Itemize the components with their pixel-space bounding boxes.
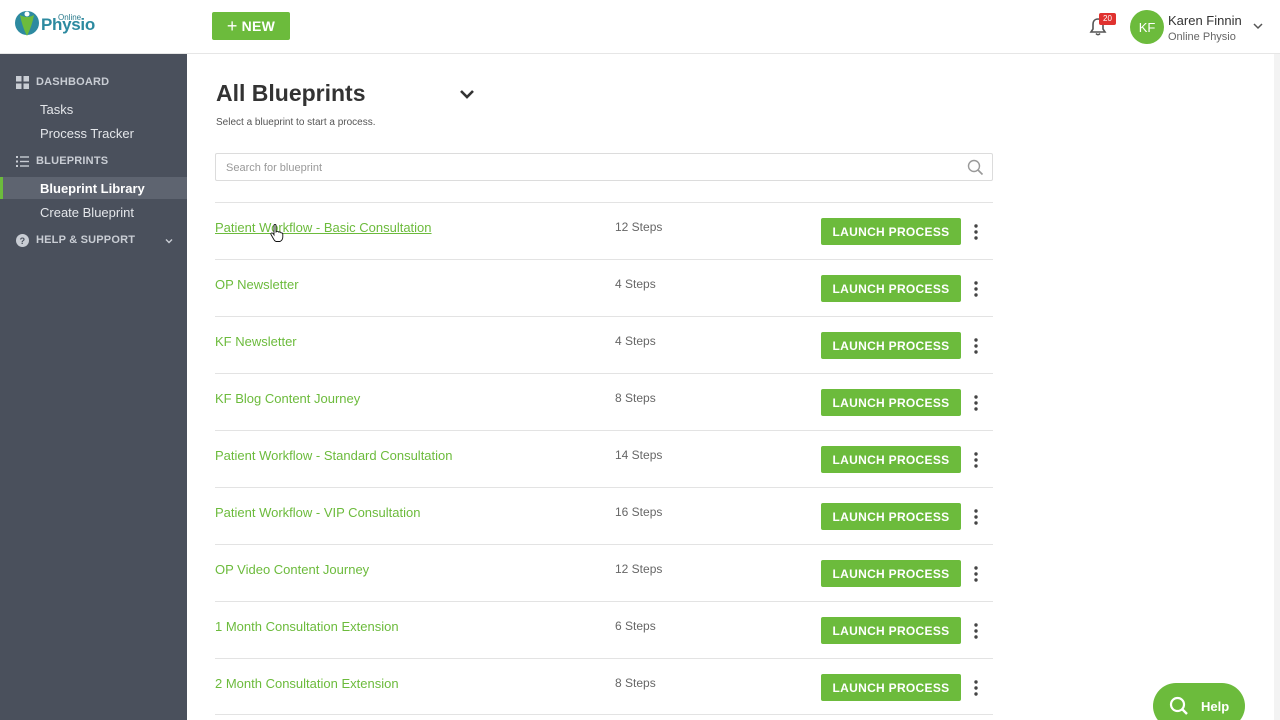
plus-icon: + xyxy=(226,16,238,36)
search-box xyxy=(215,153,993,181)
avatar[interactable]: KF xyxy=(1130,10,1164,44)
chevron-down-icon[interactable] xyxy=(459,87,475,101)
blueprint-name-link[interactable]: Patient Workflow - VIP Consultation xyxy=(215,505,420,520)
table-row: OP Video Content Journey 12 Steps LAUNCH… xyxy=(215,544,993,601)
launch-process-button[interactable]: LAUNCH PROCESS xyxy=(821,503,961,530)
table-row: OP Newsletter 4 Steps LAUNCH PROCESS xyxy=(215,259,993,316)
launch-process-button[interactable]: LAUNCH PROCESS xyxy=(821,389,961,416)
table-row: Patient Workflow - Standard Consultation… xyxy=(215,430,993,487)
more-options-icon[interactable] xyxy=(971,451,981,469)
step-count: 14 Steps xyxy=(615,448,663,462)
new-button[interactable]: + NEW xyxy=(212,12,290,40)
chevron-down-icon[interactable] xyxy=(164,236,174,246)
launch-process-button[interactable]: LAUNCH PROCESS xyxy=(821,560,961,587)
more-options-icon[interactable] xyxy=(971,679,981,697)
chevron-down-icon[interactable] xyxy=(1252,20,1264,32)
table-row: Patient Workflow - Basic Consultation 12… xyxy=(215,202,993,259)
page-title: All Blueprints xyxy=(216,80,366,106)
hand-cursor-icon xyxy=(270,224,284,242)
sidebar-item-blueprint-library[interactable]: Blueprint Library xyxy=(0,177,187,199)
logo-big-text: Physio xyxy=(41,15,95,34)
table-row: Patient Workflow - VIP Consultation 16 S… xyxy=(215,487,993,544)
logo-mark-icon xyxy=(15,11,39,36)
table-row: 1 Month Consultation Extension 6 Steps L… xyxy=(215,601,993,658)
step-count: 8 Steps xyxy=(615,676,656,690)
notification-badge: 20 xyxy=(1099,13,1116,25)
sidebar-section-blueprints[interactable]: BLUEPRINTS xyxy=(16,151,108,171)
launch-process-button[interactable]: LAUNCH PROCESS xyxy=(821,275,961,302)
blueprint-name-link[interactable]: KF Newsletter xyxy=(215,334,297,349)
sidebar-item-tasks[interactable]: Tasks xyxy=(0,98,187,120)
sidebar-section-label: BLUEPRINTS xyxy=(36,155,109,167)
table-row: 2 Month Consultation Extension 8 Steps L… xyxy=(215,658,993,715)
launch-process-button[interactable]: LAUNCH PROCESS xyxy=(821,617,961,644)
help-button-label: Help xyxy=(1201,698,1230,714)
blueprint-name-link[interactable]: OP Newsletter xyxy=(215,277,299,292)
step-count: 4 Steps xyxy=(615,334,656,348)
step-count: 6 Steps xyxy=(615,619,656,633)
sidebar-item-process-tracker[interactable]: Process Tracker xyxy=(0,122,187,144)
step-count: 8 Steps xyxy=(615,391,656,405)
app-logo[interactable]: Online Physio xyxy=(14,10,104,40)
sidebar-section-help-support[interactable]: ? HELP & SUPPORT xyxy=(16,230,135,250)
new-button-label: NEW xyxy=(241,18,276,34)
sidebar-section-dashboard[interactable]: DASHBOARD xyxy=(16,72,109,92)
more-options-icon[interactable] xyxy=(971,280,981,298)
blueprint-name-link[interactable]: 1 Month Consultation Extension xyxy=(215,619,399,634)
sidebar-section-label: DASHBOARD xyxy=(36,76,110,88)
step-count: 12 Steps xyxy=(615,562,663,576)
blueprint-name-link[interactable]: 2 Month Consultation Extension xyxy=(215,676,399,691)
more-options-icon[interactable] xyxy=(971,565,981,583)
sidebar-section-label: HELP & SUPPORT xyxy=(36,234,136,246)
search-input[interactable] xyxy=(226,158,946,178)
top-bar: Online Physio + NEW 20 KF Karen Finnin O… xyxy=(0,0,1280,54)
blueprint-name-link[interactable]: Patient Workflow - Basic Consultation xyxy=(215,220,432,235)
more-options-icon[interactable] xyxy=(971,508,981,526)
blueprint-name-link[interactable]: Patient Workflow - Standard Consultation xyxy=(215,448,453,463)
sidebar-item-create-blueprint[interactable]: Create Blueprint xyxy=(0,201,187,223)
blueprint-name-link[interactable]: KF Blog Content Journey xyxy=(215,391,360,406)
svg-text:?: ? xyxy=(20,236,26,246)
step-count: 12 Steps xyxy=(615,220,663,234)
blueprint-list: Patient Workflow - Basic Consultation 12… xyxy=(215,202,993,715)
more-options-icon[interactable] xyxy=(971,337,981,355)
launch-process-button[interactable]: LAUNCH PROCESS xyxy=(821,674,961,701)
list-icon xyxy=(16,155,29,167)
step-count: 4 Steps xyxy=(615,277,656,291)
user-org: Online Physio xyxy=(1168,31,1236,43)
more-options-icon[interactable] xyxy=(971,622,981,640)
search-icon xyxy=(1169,696,1188,715)
launch-process-button[interactable]: LAUNCH PROCESS xyxy=(821,218,961,245)
launch-process-button[interactable]: LAUNCH PROCESS xyxy=(821,332,961,359)
scrollbar[interactable] xyxy=(1274,54,1280,720)
search-icon[interactable] xyxy=(967,159,984,176)
user-name[interactable]: Karen Finnin xyxy=(1168,13,1242,28)
table-row: KF Newsletter 4 Steps LAUNCH PROCESS xyxy=(215,316,993,373)
help-button[interactable]: Help xyxy=(1153,683,1245,720)
step-count: 16 Steps xyxy=(615,505,663,519)
page-subtitle: Select a blueprint to start a process. xyxy=(216,117,376,128)
table-row: KF Blog Content Journey 8 Steps LAUNCH P… xyxy=(215,373,993,430)
more-options-icon[interactable] xyxy=(971,394,981,412)
launch-process-button[interactable]: LAUNCH PROCESS xyxy=(821,446,961,473)
blueprint-name-link[interactable]: OP Video Content Journey xyxy=(215,562,369,577)
more-options-icon[interactable] xyxy=(971,223,981,241)
dashboard-icon xyxy=(16,75,29,89)
question-icon: ? xyxy=(16,233,29,247)
sidebar: DASHBOARD Tasks Process Tracker BLUEPRIN… xyxy=(0,54,187,720)
